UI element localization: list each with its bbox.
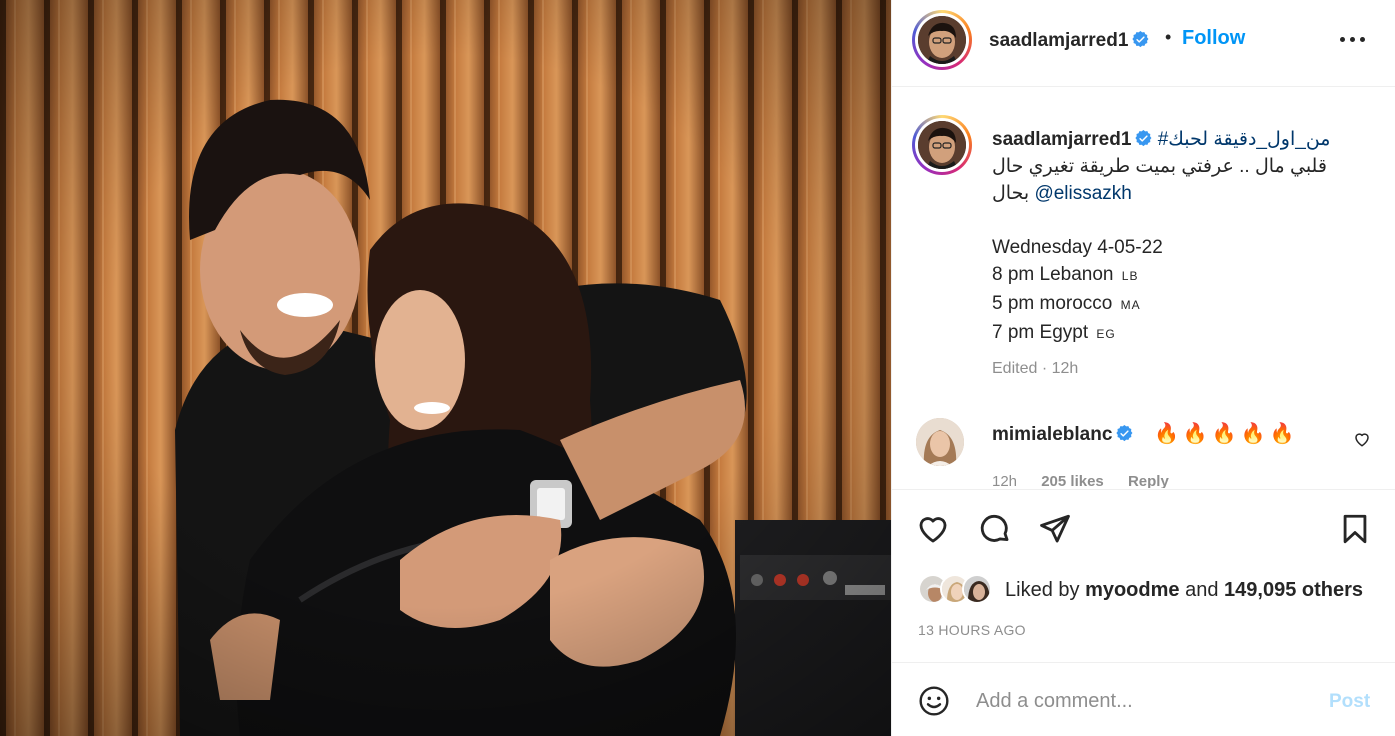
liked-by-and: and (1185, 579, 1219, 601)
comment-item: mimialeblanc 🔥🔥🔥🔥🔥 12h 205 likes Reply (916, 418, 1376, 488)
comment-meta: 12h 205 likes Reply (992, 473, 1169, 488)
flag-icon: MA (1120, 298, 1141, 312)
comment-likes[interactable]: 205 likes (1041, 473, 1104, 488)
post-header: saadlamjarred1 • Follow (892, 0, 1395, 87)
verified-badge-icon (1135, 130, 1152, 147)
author-username-row: saadlamjarred1 (989, 30, 1149, 52)
caption-date: Wednesday 4-05-22 (992, 237, 1163, 258)
flag-icon: LB (1121, 269, 1139, 283)
comment-icon[interactable] (978, 512, 1012, 546)
verified-badge-icon (1132, 31, 1149, 48)
post-photo[interactable] (0, 0, 891, 736)
comment-text: 🔥🔥🔥🔥🔥 (1154, 423, 1299, 445)
liker-avatar (962, 574, 992, 604)
author-username[interactable]: saadlamjarred1 (989, 30, 1128, 51)
caption-username[interactable]: saadlamjarred1 (992, 129, 1131, 150)
post-sidebar: saadlamjarred1 • Follow saadlamjarred1 م… (891, 0, 1395, 736)
caption-mention[interactable]: @elissazkh (1034, 183, 1131, 204)
like-icon[interactable] (916, 512, 950, 546)
commenter-username[interactable]: mimialeblanc (992, 424, 1112, 445)
more-options-icon[interactable] (1338, 28, 1368, 48)
comment-like-icon[interactable] (1353, 430, 1371, 448)
post-actions: Liked by myoodme and 149,095 others 13 H… (892, 489, 1395, 661)
liked-by-others[interactable]: 149,095 others (1224, 579, 1363, 601)
comments-section[interactable]: saadlamjarred1 من_اول_دقيقة لحبك# قلبي م… (892, 88, 1395, 488)
verified-badge-icon (1116, 425, 1133, 442)
caption-line-3-text: بحال (992, 183, 1030, 204)
caption-hashtag[interactable]: من_اول_دقيقة لحبك# (1158, 129, 1331, 150)
caption-time-lebanon: 8 pm Lebanon LB (992, 261, 1362, 290)
liked-by-text: Liked by myoodme and 149,095 others (1005, 579, 1363, 602)
caption-line-2: قلبي مال .. عرفتي بميت طريقة تغيري حال (992, 156, 1327, 177)
comment-input[interactable] (976, 685, 1306, 717)
post-comment-button[interactable]: Post (1329, 691, 1370, 713)
post-timestamp[interactable]: 13 HOURS AGO (918, 622, 1026, 638)
caption-time-morocco: 5 pm morocco MA (992, 290, 1362, 319)
time-text: 7 pm Egypt (992, 322, 1089, 343)
caption-author-avatar[interactable] (912, 115, 972, 175)
comment-reply-button[interactable]: Reply (1128, 473, 1169, 488)
post-caption: saadlamjarred1 من_اول_دقيقة لحبك# قلبي م… (992, 126, 1362, 348)
time-text: 5 pm morocco (992, 293, 1113, 314)
caption-time-egypt: 7 pm Egypt EG (992, 319, 1362, 348)
flag-icon: EG (1096, 327, 1116, 341)
commenter-avatar[interactable] (916, 418, 964, 466)
comment-age: 12h (992, 473, 1018, 488)
emoji-icon[interactable] (918, 685, 950, 717)
follow-button[interactable]: Follow (1182, 27, 1245, 50)
time-text: 8 pm Lebanon (992, 264, 1114, 285)
liked-by-user[interactable]: myoodme (1085, 579, 1179, 601)
add-comment-bar: Post (892, 662, 1395, 736)
share-icon[interactable] (1038, 512, 1072, 546)
commenter-row: mimialeblanc (992, 424, 1133, 446)
post-photo-image (0, 0, 891, 736)
author-avatar[interactable] (912, 10, 972, 70)
caption-line-3: بحال @elissazkh (992, 180, 1362, 207)
caption-edited-time: Edited · 12h (992, 360, 1079, 377)
save-icon[interactable] (1338, 512, 1372, 546)
liked-by-prefix: Liked by (1005, 579, 1080, 601)
separator-dot: • (1165, 27, 1172, 47)
